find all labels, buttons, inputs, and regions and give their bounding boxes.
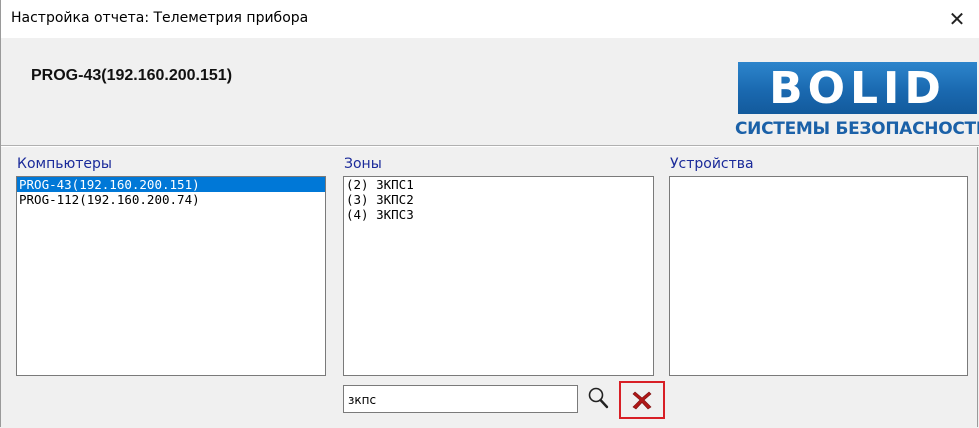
red-x-icon [632,391,652,410]
devices-label: Устройства [670,156,754,172]
zone-search-input[interactable]: зкпс [343,385,578,413]
window-title: Настройка отчета: Телеметрия прибора [11,10,309,26]
logo-subtitle: СИСТЕМЫ БЕЗОПАСНОСТИ [735,119,979,139]
zones-label: Зоны [344,156,382,172]
zone-list-item[interactable]: (3) ЗКПС2 [344,192,653,207]
logo-wordmark: BOLID [769,62,946,114]
zones-listbox[interactable]: (2) ЗКПС1 (3) ЗКПС2 (4) ЗКПС3 [343,176,654,376]
close-icon: ✕ [948,7,966,31]
zone-list-item[interactable]: (2) ЗКПС1 [344,177,653,192]
bolid-logo: BOLID СИСТЕМЫ БЕЗОПАСНОСТИ [735,62,979,148]
device-title: PROG-43(192.160.200.151) [31,67,233,84]
computer-list-item[interactable]: PROG-43(192.160.200.151) [17,177,325,192]
close-button[interactable]: ✕ [934,0,979,38]
header-divider-highlight [1,146,979,147]
clear-search-button[interactable] [619,381,665,419]
zone-list-item[interactable]: (4) ЗКПС3 [344,207,653,222]
computer-list-item[interactable]: PROG-112(192.160.200.74) [17,192,325,207]
computers-label: Компьютеры [17,156,112,172]
header-area: PROG-43(192.160.200.151) BOLID СИСТЕМЫ Б… [1,38,979,145]
magnifier-icon [588,387,609,409]
report-settings-window: Настройка отчета: Телеметрия прибора ✕ P… [0,0,979,427]
devices-listbox[interactable] [669,176,968,376]
title-bar: Настройка отчета: Телеметрия прибора ✕ [1,0,979,38]
search-button[interactable] [587,385,611,411]
computers-listbox[interactable]: PROG-43(192.160.200.151) PROG-112(192.160… [16,176,326,376]
